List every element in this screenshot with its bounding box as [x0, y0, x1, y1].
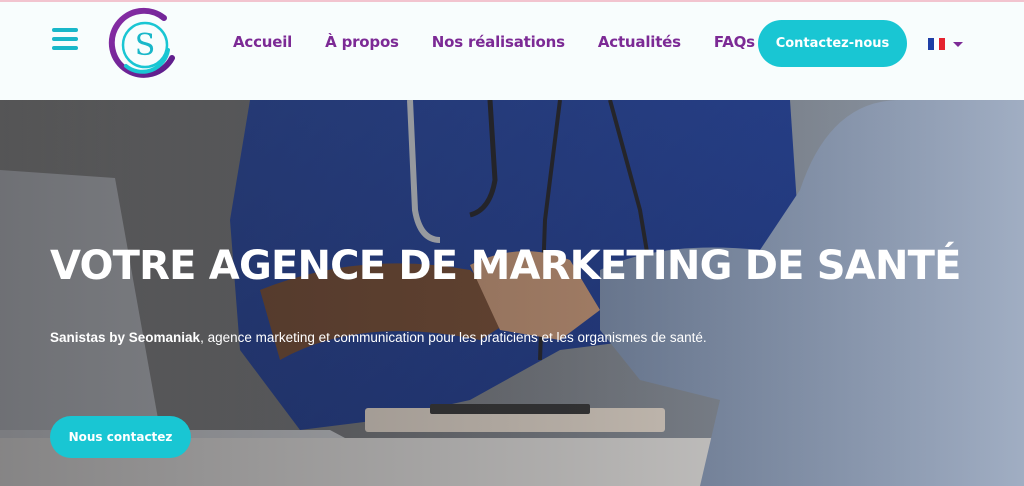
hero-section: VOTRE AGENCE DE MARKETING DE SANTÉ Sanis…: [0, 100, 1024, 486]
logo-letter: S: [135, 28, 156, 63]
nav-item-accueil[interactable]: Accueil: [233, 33, 292, 51]
hero-subtitle-brand: Sanistas by Seomaniak: [50, 330, 201, 345]
nav-item-a-propos[interactable]: À propos: [325, 33, 399, 51]
hero-title: VOTRE AGENCE DE MARKETING DE SANTÉ: [50, 243, 961, 289]
chevron-down-icon: [953, 41, 963, 47]
hero-subtitle-text: , agence marketing et communication pour…: [200, 330, 707, 345]
contact-button[interactable]: Contactez-nous: [758, 20, 907, 67]
main-navigation: Accueil À propos Nos réalisations Actual…: [233, 33, 755, 51]
language-selector[interactable]: [928, 38, 963, 50]
nav-item-faqs[interactable]: FAQs: [714, 33, 755, 51]
nav-item-nos-realisations[interactable]: Nos réalisations: [432, 33, 565, 51]
hero-contact-button[interactable]: Nous contactez: [50, 416, 191, 458]
nav-item-actualites[interactable]: Actualités: [598, 33, 681, 51]
site-header: S Accueil À propos Nos réalisations Actu…: [0, 2, 1024, 100]
hamburger-menu-icon[interactable]: [52, 28, 78, 52]
hero-subtitle: Sanistas by Seomaniak, agence marketing …: [50, 330, 707, 345]
sanistas-logo[interactable]: S: [106, 6, 182, 82]
france-flag-icon: [928, 38, 946, 50]
